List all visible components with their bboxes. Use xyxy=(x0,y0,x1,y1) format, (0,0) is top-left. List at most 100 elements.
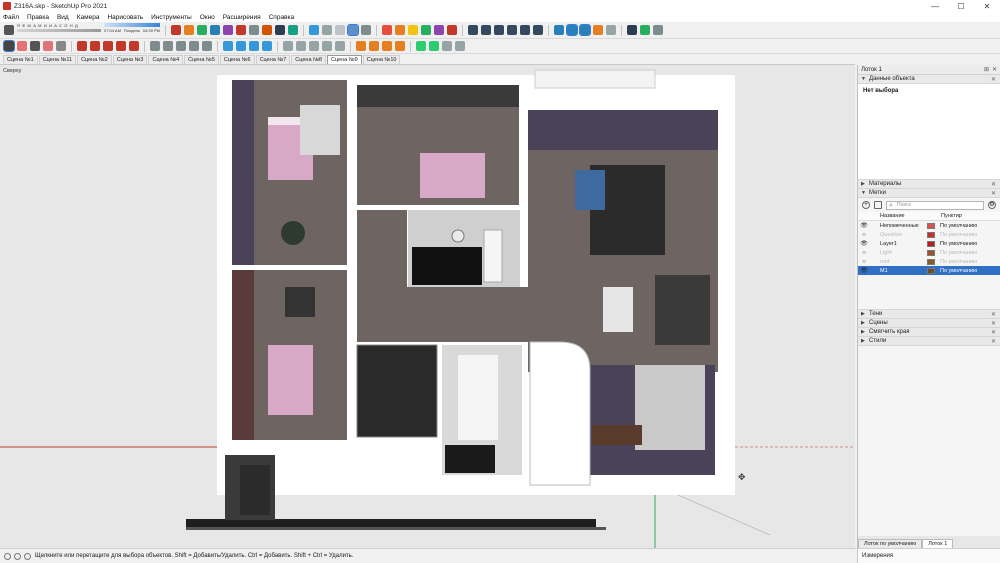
top-view-icon[interactable] xyxy=(468,25,478,35)
shadow-time-widget[interactable]: 07:04 AM Полдень 04:39 PM xyxy=(104,22,160,38)
eraser-tool-icon[interactable] xyxy=(17,41,27,51)
position-camera-icon[interactable] xyxy=(606,25,616,35)
scene-tab-6[interactable]: Сцена №6 xyxy=(219,55,255,64)
tag-search-input[interactable]: Поиск xyxy=(886,200,984,210)
extension-red-icon[interactable] xyxy=(171,25,181,35)
iso-view-icon[interactable] xyxy=(533,25,543,35)
close-button[interactable]: ✕ xyxy=(974,0,1000,12)
dynamic-component-icon[interactable] xyxy=(356,41,366,51)
rotate-icon[interactable] xyxy=(103,41,113,51)
tag-row[interactable]: 👁 Непомеченные По умолчанию xyxy=(858,221,1000,230)
bed-3[interactable] xyxy=(420,153,485,198)
red-tool-icon[interactable] xyxy=(447,25,457,35)
tag-row-selected[interactable]: 👁 M1 По умолчанию xyxy=(858,266,1000,275)
photo-texture-icon[interactable] xyxy=(442,41,452,51)
tray-pin-icon[interactable]: ⊞ xyxy=(984,66,989,73)
zoom-icon[interactable] xyxy=(579,24,591,36)
tag-dash[interactable]: По умолчанию xyxy=(940,259,977,265)
tag-color-swatch[interactable] xyxy=(927,249,935,256)
tag-color-swatch[interactable] xyxy=(927,222,935,229)
scene-tab-9[interactable]: Сцена №9 xyxy=(326,55,362,64)
visibility-eye-icon[interactable]: 👁 xyxy=(858,267,870,274)
scene-tab-7[interactable]: Сцена №7 xyxy=(255,55,291,64)
credits-icon[interactable] xyxy=(14,552,21,560)
tags-col-dash[interactable]: Пунктир xyxy=(941,213,962,219)
arc-tool-icon[interactable] xyxy=(43,41,53,51)
shadow-date-slider[interactable] xyxy=(17,28,101,32)
back-view-icon[interactable] xyxy=(507,25,517,35)
tag-dash[interactable]: По умолчанию xyxy=(940,268,977,274)
visibility-eye-icon[interactable]: 👁 xyxy=(858,240,870,247)
scene-tab-8[interactable]: Сцена №8 xyxy=(291,55,326,64)
drape-icon[interactable] xyxy=(309,41,319,51)
user-icon[interactable] xyxy=(24,552,31,560)
scenes-header[interactable]: ▶ Сцены ✕ xyxy=(858,319,1000,328)
purple-tool-icon[interactable] xyxy=(434,25,444,35)
tag-dash[interactable]: По умолчанию xyxy=(940,250,977,256)
scene-tab-10[interactable]: Сцена №10 xyxy=(362,55,401,64)
menu-edit[interactable]: Правка xyxy=(27,14,49,21)
scene-tab-11[interactable]: Сцена №11 xyxy=(38,55,77,64)
dining-table[interactable] xyxy=(603,287,633,332)
shadow-date-widget[interactable]: Я Ф М А М И И А С О Н Д xyxy=(17,23,101,38)
tray-tab-1[interactable]: Лоток 1 xyxy=(922,539,954,548)
line-tool-icon[interactable] xyxy=(30,41,40,51)
drawing-viewport[interactable]: Сверху ✥ xyxy=(0,65,855,548)
move-icon[interactable] xyxy=(90,41,100,51)
extension-warehouse-icon[interactable] xyxy=(455,41,465,51)
menu-file[interactable]: Файл xyxy=(3,14,19,21)
xray-style-icon[interactable] xyxy=(347,24,359,36)
tag-color-swatch[interactable] xyxy=(927,258,935,265)
tag-color-swatch[interactable] xyxy=(927,267,935,274)
stamp-icon[interactable] xyxy=(296,41,306,51)
add-tag-icon[interactable]: + xyxy=(862,201,870,209)
soften-edges-header[interactable]: ▶ Смягчить края ✕ xyxy=(858,328,1000,337)
scene-tab-1[interactable]: Сцена №1 xyxy=(3,55,38,64)
wc-floor[interactable] xyxy=(357,345,437,437)
extension-blue-icon[interactable] xyxy=(210,25,220,35)
floor-plan-model[interactable]: ✥ xyxy=(0,65,855,548)
scene-tab-4[interactable]: Сцена №4 xyxy=(148,55,184,64)
tag-row[interactable]: ○ Light По умолчанию xyxy=(858,248,1000,257)
text-tool-icon[interactable] xyxy=(189,41,199,51)
tag-dash[interactable]: По умолчанию xyxy=(940,232,977,238)
front-view-icon[interactable] xyxy=(481,25,491,35)
extension-orange-icon[interactable] xyxy=(184,25,194,35)
tag-options-icon[interactable]: ⚙ xyxy=(988,201,996,209)
visibility-eye-icon[interactable]: ○ xyxy=(858,259,870,265)
scene-tab-3[interactable]: Сцена №3 xyxy=(112,55,148,64)
terrain-icon[interactable] xyxy=(429,41,439,51)
panel-close-icon[interactable]: ✕ xyxy=(991,338,996,345)
menu-help[interactable]: Справка xyxy=(269,14,295,21)
dimension-icon[interactable] xyxy=(163,41,173,51)
layout-icon[interactable] xyxy=(653,25,663,35)
tag-dash[interactable]: По умолчанию xyxy=(940,241,977,247)
menu-camera[interactable]: Камера xyxy=(77,14,100,21)
walk-icon[interactable] xyxy=(593,25,603,35)
add-folder-icon[interactable] xyxy=(874,201,882,209)
select-tool-icon[interactable] xyxy=(3,40,15,52)
entity-info-header[interactable]: ▼ Данные объекта ✕ xyxy=(858,75,1000,84)
tray-tab-default[interactable]: Лоток по умолчанию xyxy=(858,539,923,548)
solid-tool-icon[interactable] xyxy=(382,25,392,35)
panel-close-icon[interactable]: ✕ xyxy=(991,190,996,197)
orbit-icon[interactable] xyxy=(554,25,564,35)
wireframe-style-icon[interactable] xyxy=(361,25,371,35)
visibility-eye-icon[interactable]: 👁 xyxy=(858,222,870,229)
extension-gray-icon[interactable] xyxy=(249,25,259,35)
menu-draw[interactable]: Нарисовать xyxy=(107,14,143,21)
offset-icon[interactable] xyxy=(129,41,139,51)
component-icon[interactable] xyxy=(236,41,246,51)
styles-header[interactable]: ▶ Стили ✕ xyxy=(858,337,1000,346)
visibility-eye-icon[interactable]: ○ xyxy=(858,232,870,238)
shadow-time-slider[interactable] xyxy=(104,22,160,27)
menu-extensions[interactable]: Расширения xyxy=(223,14,261,21)
tags-header[interactable]: ▼ Метки ✕ xyxy=(858,189,1000,198)
panel-close-icon[interactable]: ✕ xyxy=(991,329,996,336)
extension-dark-icon[interactable] xyxy=(275,25,285,35)
component-attributes-icon[interactable] xyxy=(395,41,405,51)
tag-color-swatch[interactable] xyxy=(927,231,935,238)
tag-row[interactable]: ○ roof По умолчанию xyxy=(858,257,1000,266)
extension-green-icon[interactable] xyxy=(197,25,207,35)
maximize-button[interactable]: ☐ xyxy=(948,0,974,12)
